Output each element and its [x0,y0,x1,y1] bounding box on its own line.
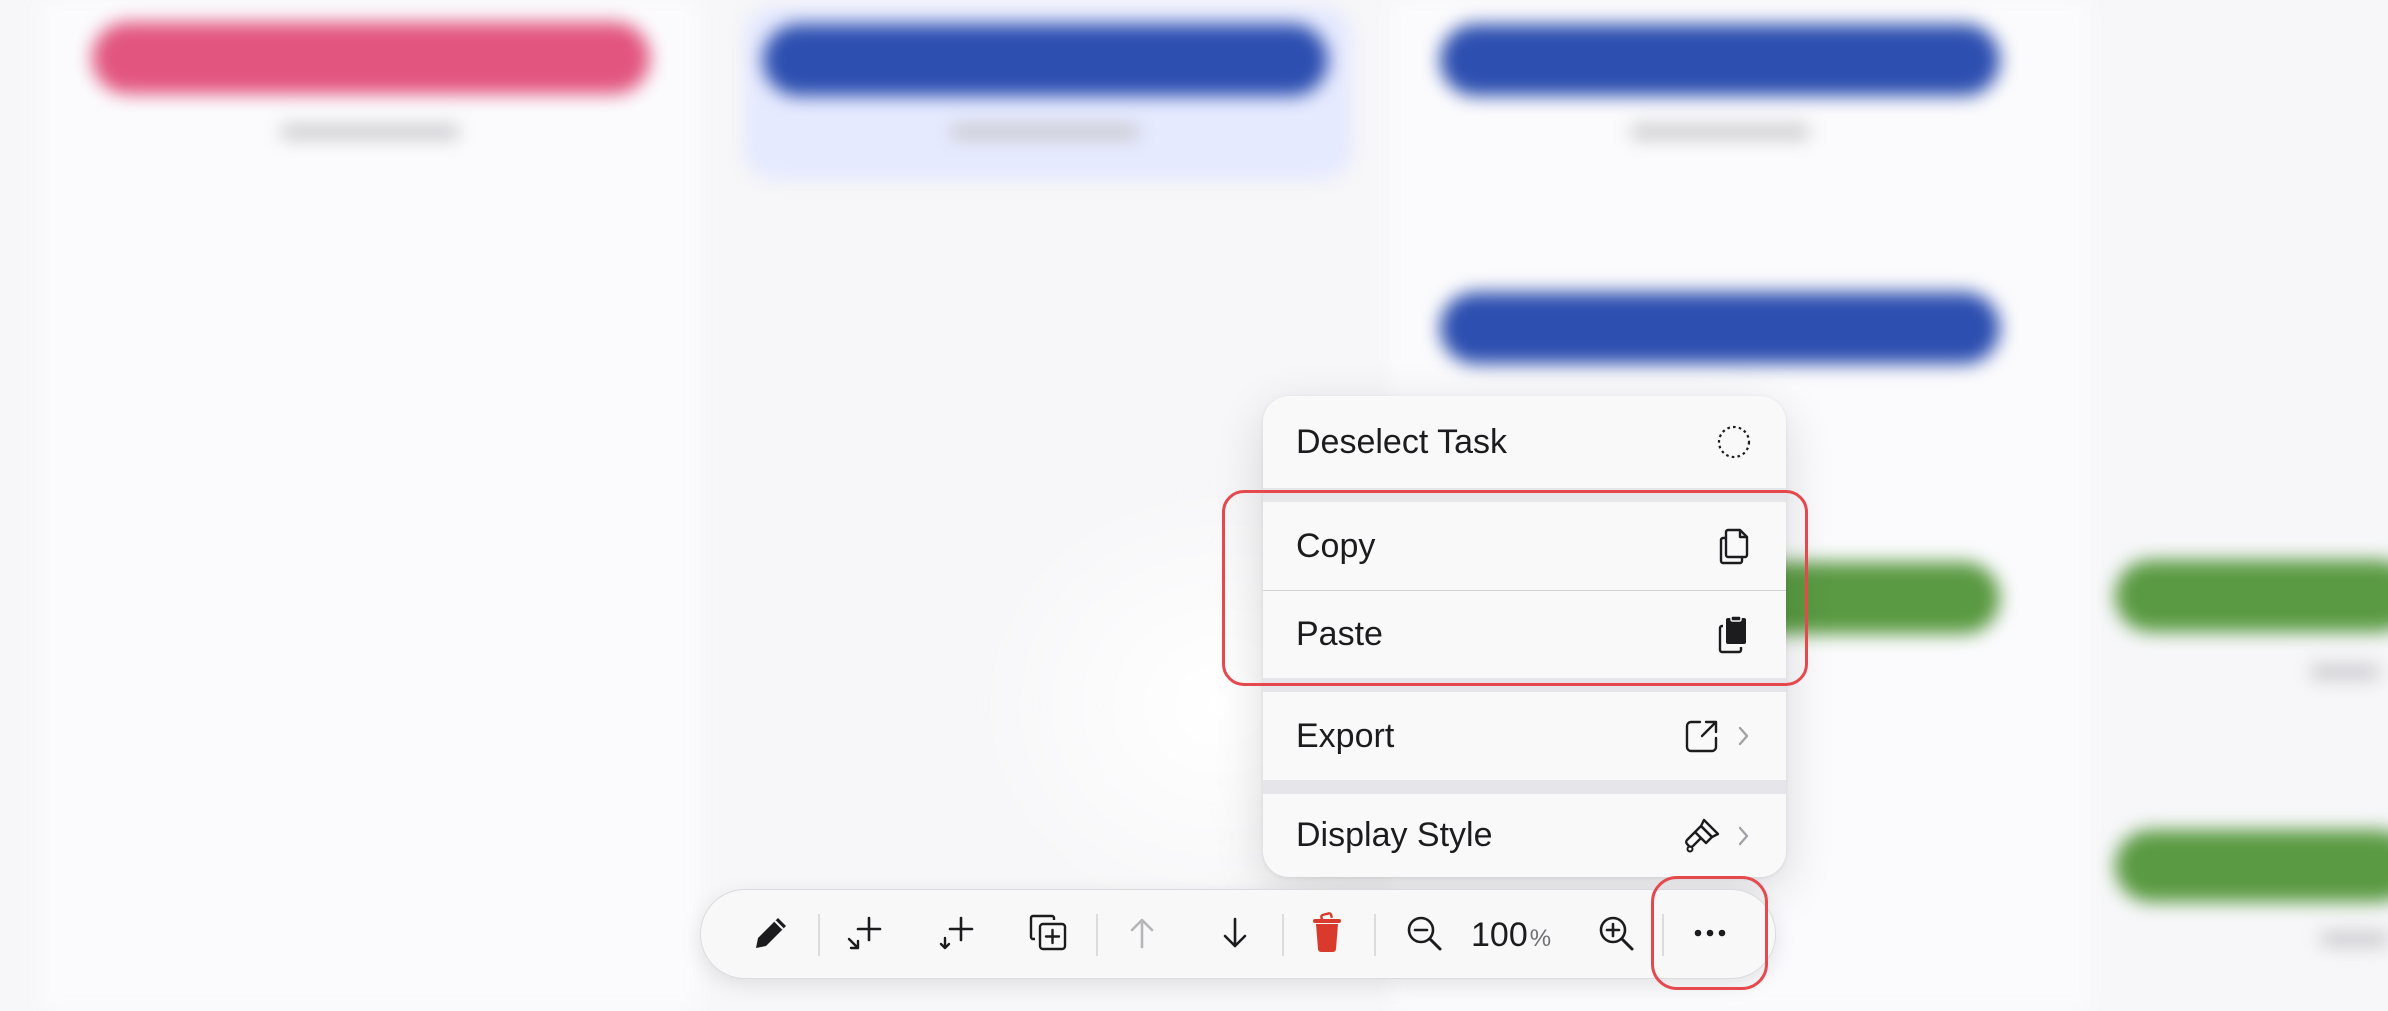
menu-item-label: Copy [1296,526,1376,565]
menu-section-separator [1263,678,1786,692]
chevron-right-icon [1734,816,1754,856]
move-down-arrow-icon [1215,913,1255,958]
paste-clipboard-icon [1714,614,1754,655]
task-bar-blue-selected[interactable] [763,24,1328,96]
add-subtask-icon [843,912,885,959]
menu-section-separator [1263,780,1786,794]
paintbrush-icon [1682,816,1722,856]
copy-documents-icon [1714,526,1754,566]
zoom-level-readout: 100% [1471,910,1551,960]
toolbar-separator [1096,914,1098,956]
menu-section-separator [1263,488,1786,502]
bottom-toolbar: 100% [700,889,1776,979]
add-sibling-task-button[interactable] [926,905,986,965]
menu-item-label: Deselect Task [1296,422,1508,461]
move-up-button[interactable] [1112,905,1172,965]
menu-item-export[interactable]: Export [1263,692,1786,780]
dashed-circle-icon [1714,422,1754,462]
menu-item-label: Display Style [1296,816,1493,854]
task-bar-blue[interactable] [1440,24,2000,96]
menu-item-copy[interactable]: Copy [1263,502,1786,590]
task-bar-caption [2310,665,2380,679]
task-bar-caption [950,125,1140,139]
toolbar-separator [1282,914,1284,956]
task-bar-pink[interactable] [92,22,650,94]
edit-button[interactable] [741,905,801,965]
toolbar-separator [1374,914,1376,956]
menu-item-label: Export [1296,716,1395,755]
menu-item-display-style[interactable]: Display Style [1263,794,1786,877]
task-bar-caption [2320,932,2388,946]
more-actions-button[interactable] [1680,905,1740,965]
add-subtask-button[interactable] [834,905,894,965]
menu-item-paste[interactable]: Paste [1263,591,1786,678]
zoom-unit: % [1529,925,1552,952]
move-down-button[interactable] [1205,905,1265,965]
chevron-right-icon [1734,716,1754,756]
toolbar-separator [1662,914,1664,956]
canvas-column [40,0,700,1011]
zoom-out-icon [1404,913,1444,958]
trash-icon [1307,911,1347,960]
pencil-icon [751,913,791,958]
task-bar-green[interactable] [2115,830,2388,902]
move-up-arrow-icon [1122,913,1162,958]
zoom-value: 100 [1471,916,1528,954]
task-bar-blue[interactable] [1440,292,2000,364]
delete-button[interactable] [1297,905,1357,965]
zoom-in-icon [1596,913,1636,958]
context-menu: Deselect Task Copy Paste Export Display … [1263,396,1786,877]
add-sibling-task-icon [935,912,977,959]
zoom-in-button[interactable] [1586,905,1646,965]
task-bar-green[interactable] [2115,560,2388,632]
share-export-icon [1682,716,1722,756]
menu-item-label: Paste [1296,615,1383,653]
task-bar-caption [280,125,460,139]
more-ellipsis-icon [1690,926,1730,944]
zoom-out-button[interactable] [1394,905,1454,965]
toolbar-separator [818,914,820,956]
duplicate-button[interactable] [1018,905,1078,965]
duplicate-icon [1027,912,1069,959]
task-canvas-background [0,0,2388,1011]
task-bar-caption [1630,125,1810,139]
menu-item-deselect-task[interactable]: Deselect Task [1263,396,1786,488]
